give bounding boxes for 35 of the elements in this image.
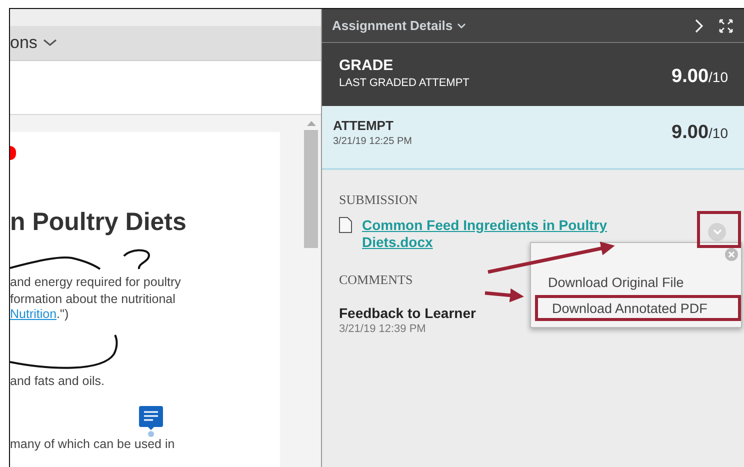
attempt-detail: 3/21/19 12:25 PM [333,136,412,147]
document-text: many of which can be used in [10,437,175,452]
document-text: and fats and oils. [10,374,105,389]
menu-item[interactable]: Download Annotated PDF [535,295,741,321]
document-heading: n Poultry Diets [10,208,188,237]
highlight-box [697,211,741,248]
document-text: formation about the nutritional [10,292,176,307]
options-button[interactable] [708,223,726,241]
panel-title[interactable]: Assignment Details [332,18,466,33]
comment-title: Feedback to Learner [339,305,476,321]
expand-icon[interactable] [718,18,734,34]
document-text: and energy required for poultry [10,275,181,290]
document-text: Nutrition.") [10,307,69,322]
document-link[interactable]: Nutrition [10,307,57,321]
section-heading: COMMENTS [339,272,413,288]
chevron-icon [456,22,466,28]
comment-date: 3/21/19 12:39 PM [339,323,426,335]
next-icon[interactable] [695,18,704,32]
scrollbar-thumb[interactable] [304,130,318,248]
section-heading: SUBMISSION [339,192,418,208]
arrow [484,288,524,302]
grade-detail: LAST GRADED ATTEMPT [339,77,470,89]
close-icon[interactable] [725,248,738,261]
comment-icon[interactable] [139,406,163,437]
question-mark-drawing [122,248,152,270]
menu-dropdown[interactable]: ons [10,33,58,53]
grade-label: GRADE [339,57,394,74]
menu-item[interactable]: Download Original File [531,269,741,295]
file-icon [339,217,352,233]
chevron-icon [43,39,58,47]
chevron-icon [712,229,722,235]
attempt-score: 9.00/10 [672,122,728,145]
attempt-label: ATTEMPT [333,118,394,133]
grade-score: 9.00/10 [672,66,728,89]
scroll-up-icon[interactable] [306,121,316,126]
